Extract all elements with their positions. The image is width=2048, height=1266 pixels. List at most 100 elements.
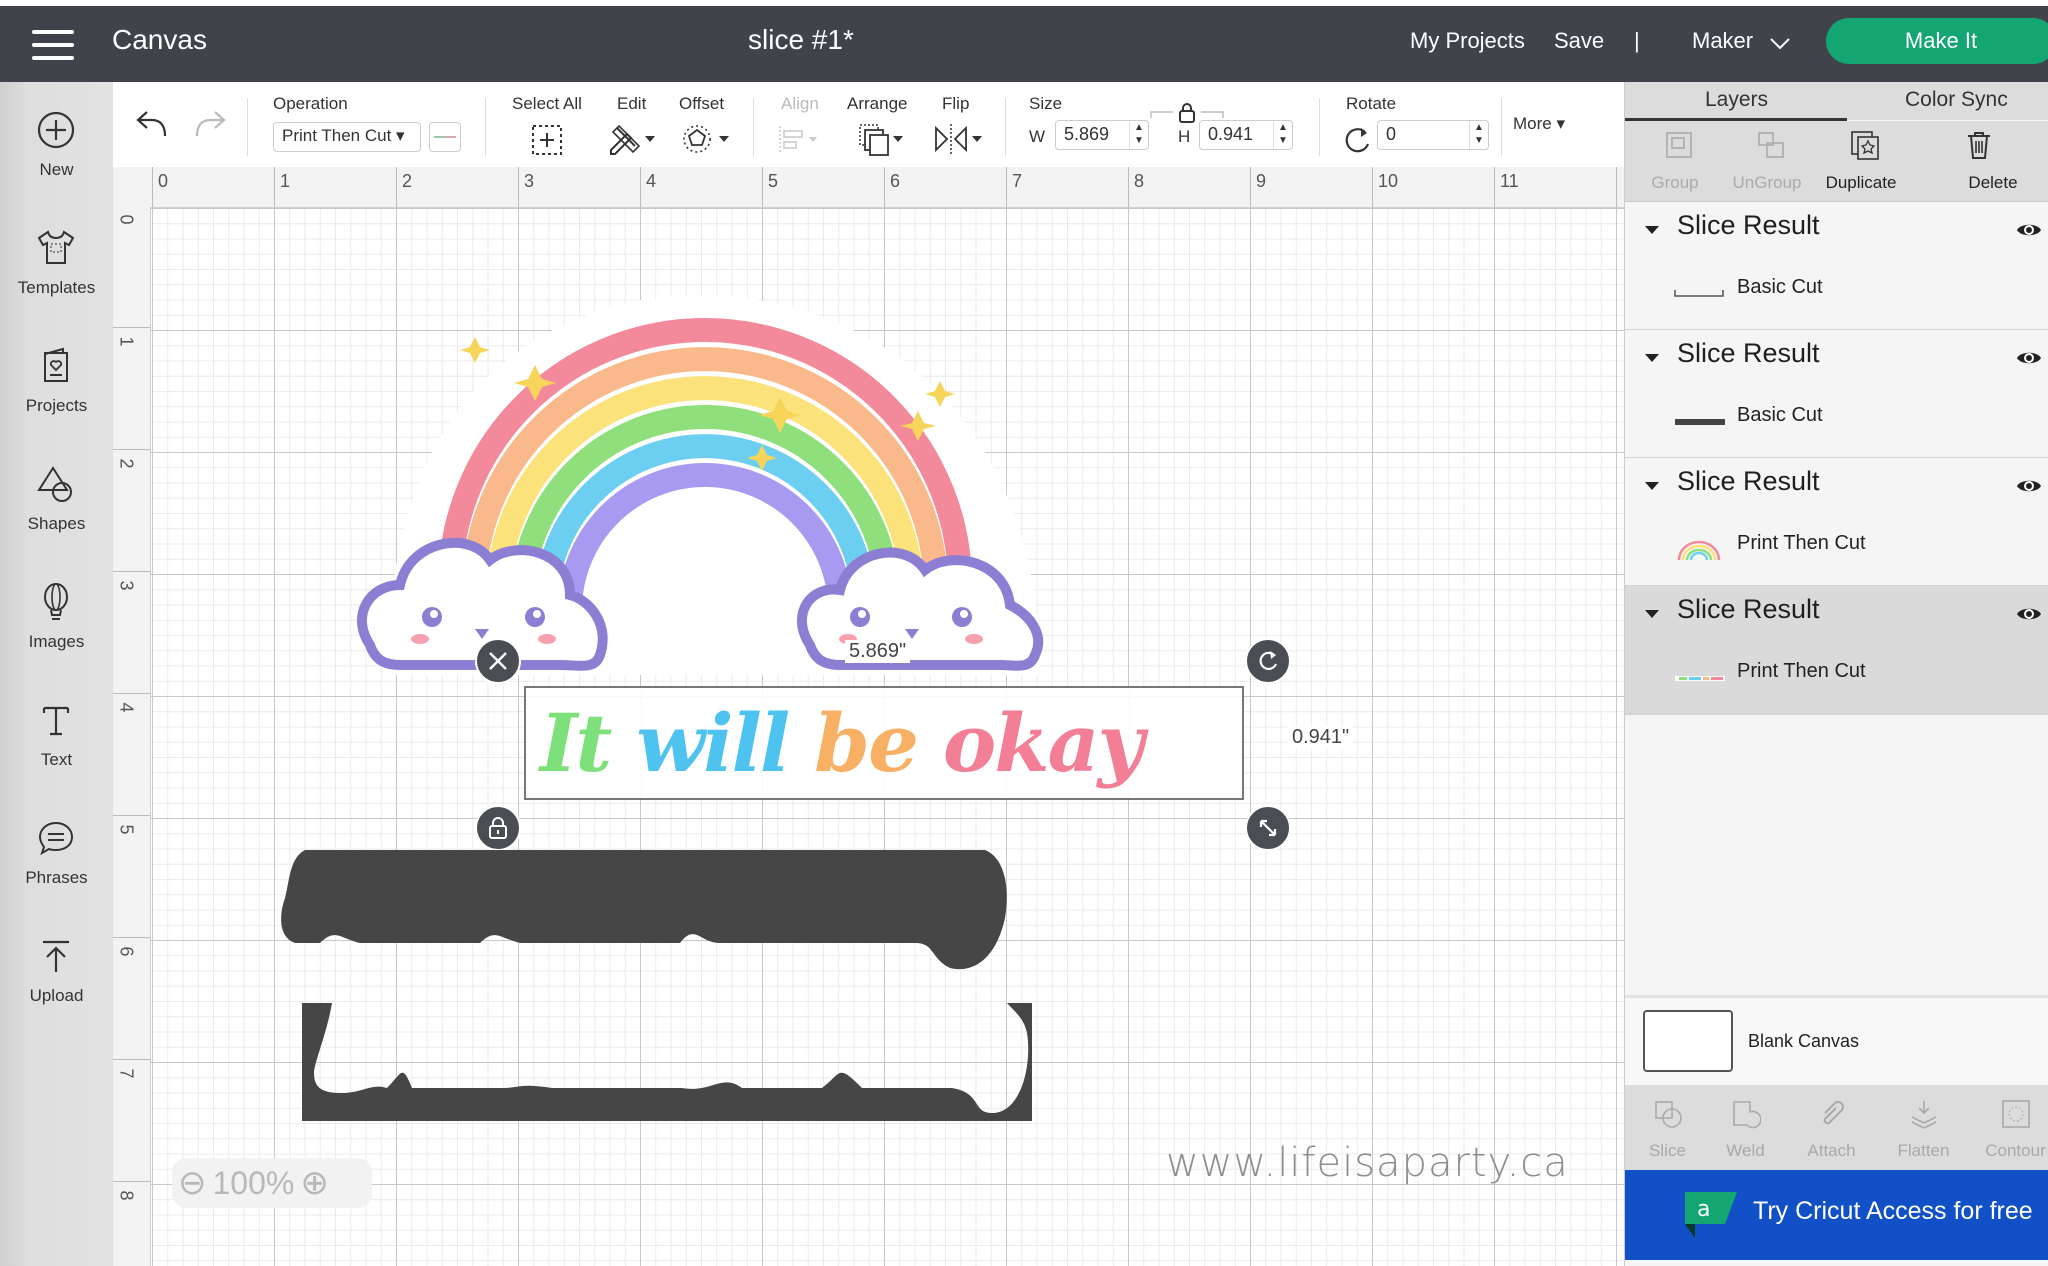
zoom-control: ⊖ 100% ⊕ xyxy=(172,1158,372,1208)
offset-icon[interactable] xyxy=(681,122,735,156)
sidebar-label: Projects xyxy=(25,396,88,415)
tshirt-icon xyxy=(37,230,75,264)
rotate-handle[interactable] xyxy=(1245,638,1291,684)
ungroup-button[interactable]: UnGroup xyxy=(1717,121,1817,201)
operation-select[interactable]: Print Then Cut ▾ xyxy=(273,122,421,152)
group-button[interactable]: Group xyxy=(1625,121,1725,201)
lock-handle[interactable] xyxy=(475,805,521,851)
delete-handle[interactable] xyxy=(475,638,521,684)
flip-icon[interactable] xyxy=(933,122,985,156)
lock-icon xyxy=(489,817,507,839)
zoom-in-button[interactable]: ⊕ xyxy=(300,1163,329,1203)
resize-handle[interactable] xyxy=(1245,805,1291,851)
collapse-caret-icon[interactable] xyxy=(1645,610,1659,618)
sidebar-item-new[interactable]: New xyxy=(0,92,113,202)
tab-layers[interactable]: Layers xyxy=(1705,88,1768,112)
arrange-icon[interactable] xyxy=(857,122,905,156)
save-link[interactable]: Save xyxy=(1554,28,1604,54)
offset-label: Offset xyxy=(679,94,725,113)
attach-button[interactable]: Attach xyxy=(1789,1085,1874,1170)
sidebar-item-shapes[interactable]: Shapes xyxy=(0,446,113,556)
rotate-input[interactable]: 0 ▲ ▼ xyxy=(1377,120,1489,150)
rotate-stepper[interactable]: ▲ ▼ xyxy=(1469,121,1488,149)
width-input[interactable]: 5.869 ▲ ▼ xyxy=(1055,120,1149,150)
rainbow-clouds-image[interactable] xyxy=(340,285,1080,685)
collapse-caret-icon[interactable] xyxy=(1645,226,1659,234)
layer-item[interactable]: Slice Result Print Then Cut xyxy=(1625,458,2048,587)
ruler-tick-label: 6 xyxy=(116,946,137,957)
select-all-icon[interactable] xyxy=(531,124,563,156)
sidebar-item-images[interactable]: Images xyxy=(0,564,113,674)
card-heart-icon xyxy=(44,347,68,382)
cricut-access-banner[interactable]: a Try Cricut Access for free xyxy=(1625,1170,2048,1260)
weld-button[interactable]: Weld xyxy=(1703,1085,1788,1170)
delete-button[interactable]: Delete xyxy=(1907,121,2047,201)
layer-thumbnail xyxy=(1677,540,1721,561)
rotate-icon[interactable] xyxy=(1343,124,1373,154)
width-stepper[interactable]: ▲ ▼ xyxy=(1129,121,1148,149)
cricut-access-logo-icon: a xyxy=(1685,1192,1737,1238)
ruler-tick-label: 7 xyxy=(1012,171,1023,191)
chevron-down-icon[interactable] xyxy=(1770,38,1790,50)
action-label: Weld xyxy=(1726,1141,1765,1160)
flatten-button[interactable]: Flatten xyxy=(1881,1085,1966,1170)
layer-item[interactable]: Slice Result Basic Cut xyxy=(1625,202,2048,331)
layer-item-selected[interactable]: Slice Result Print Then Cut xyxy=(1625,586,2048,715)
my-projects-link[interactable]: My Projects xyxy=(1410,28,1525,54)
phrase-word: will xyxy=(636,696,790,790)
blank-canvas-layer[interactable]: Blank Canvas xyxy=(1625,995,2048,1088)
left-sidebar: New Templates Projects Shapes Images Tex… xyxy=(0,82,113,1266)
ruler-tick-label: 0 xyxy=(116,214,137,225)
phrase-text-image[interactable]: It will be okay xyxy=(540,688,1240,798)
sidebar-item-phrases[interactable]: Phrases xyxy=(0,800,113,910)
text-icon xyxy=(42,706,70,736)
rotate-value: 0 xyxy=(1386,124,1397,144)
contour-button[interactable]: Contour xyxy=(1973,1085,2048,1170)
redo-icon[interactable] xyxy=(191,108,227,140)
blank-canvas-swatch[interactable] xyxy=(1643,1010,1733,1072)
edit-tools-icon[interactable] xyxy=(607,122,655,156)
sidebar-item-templates[interactable]: Templates xyxy=(0,210,113,320)
collapse-caret-icon[interactable] xyxy=(1645,482,1659,490)
sidebar-label: Phrases xyxy=(25,868,88,887)
eye-icon[interactable] xyxy=(2015,476,2043,496)
collapse-caret-icon[interactable] xyxy=(1645,354,1659,362)
undo-icon[interactable] xyxy=(135,108,171,140)
eye-icon[interactable] xyxy=(2015,604,2043,624)
ruler-tick-label: 1 xyxy=(280,171,291,191)
size-label: Size xyxy=(1029,94,1063,113)
height-stepper[interactable]: ▲ ▼ xyxy=(1273,121,1292,149)
make-it-button[interactable]: Make It xyxy=(1826,18,2048,64)
machine-selector[interactable]: Maker xyxy=(1692,28,1753,54)
blank-canvas-label: Blank Canvas xyxy=(1748,1031,1860,1051)
phrase-word: be xyxy=(814,696,919,790)
sidebar-item-projects[interactable]: Projects xyxy=(0,328,113,438)
basic-cut-shape-filled[interactable] xyxy=(280,848,1020,978)
flatten-icon xyxy=(1911,1101,1937,1129)
sidebar-item-text[interactable]: Text xyxy=(0,682,113,792)
sidebar-item-upload[interactable]: Upload xyxy=(0,918,113,1028)
phrase-word: It xyxy=(540,696,612,790)
align-icon[interactable] xyxy=(777,124,827,156)
operation-color-swatch[interactable] xyxy=(429,122,461,152)
basic-cut-shape-outline[interactable] xyxy=(302,1003,1032,1121)
sidebar-label: Images xyxy=(28,632,85,651)
arrange-label: Arrange xyxy=(847,94,908,113)
zoom-out-button[interactable]: ⊖ xyxy=(178,1163,207,1203)
duplicate-button[interactable]: Duplicate xyxy=(1811,121,1911,201)
zoom-level: 100% xyxy=(212,1164,295,1201)
layer-item[interactable]: Slice Result Basic Cut xyxy=(1625,330,2048,459)
layer-thumbnail xyxy=(1675,676,1725,681)
resize-diagonal-icon xyxy=(1259,819,1277,837)
height-input[interactable]: 0.941 ▲ ▼ xyxy=(1199,120,1293,150)
align-label: Align xyxy=(781,94,819,113)
eye-icon[interactable] xyxy=(2015,220,2043,240)
hamburger-menu-icon[interactable] xyxy=(32,30,74,60)
eye-icon[interactable] xyxy=(2015,348,2043,368)
slice-button[interactable]: Slice xyxy=(1625,1085,1710,1170)
ruler-tick-label: 8 xyxy=(1134,171,1145,191)
ruler-tick-label: 9 xyxy=(1256,171,1267,191)
tab-color-sync[interactable]: Color Sync xyxy=(1905,88,2008,112)
ruler-tick-label: 2 xyxy=(116,458,137,469)
more-menu[interactable]: More ▾ xyxy=(1513,114,1565,134)
